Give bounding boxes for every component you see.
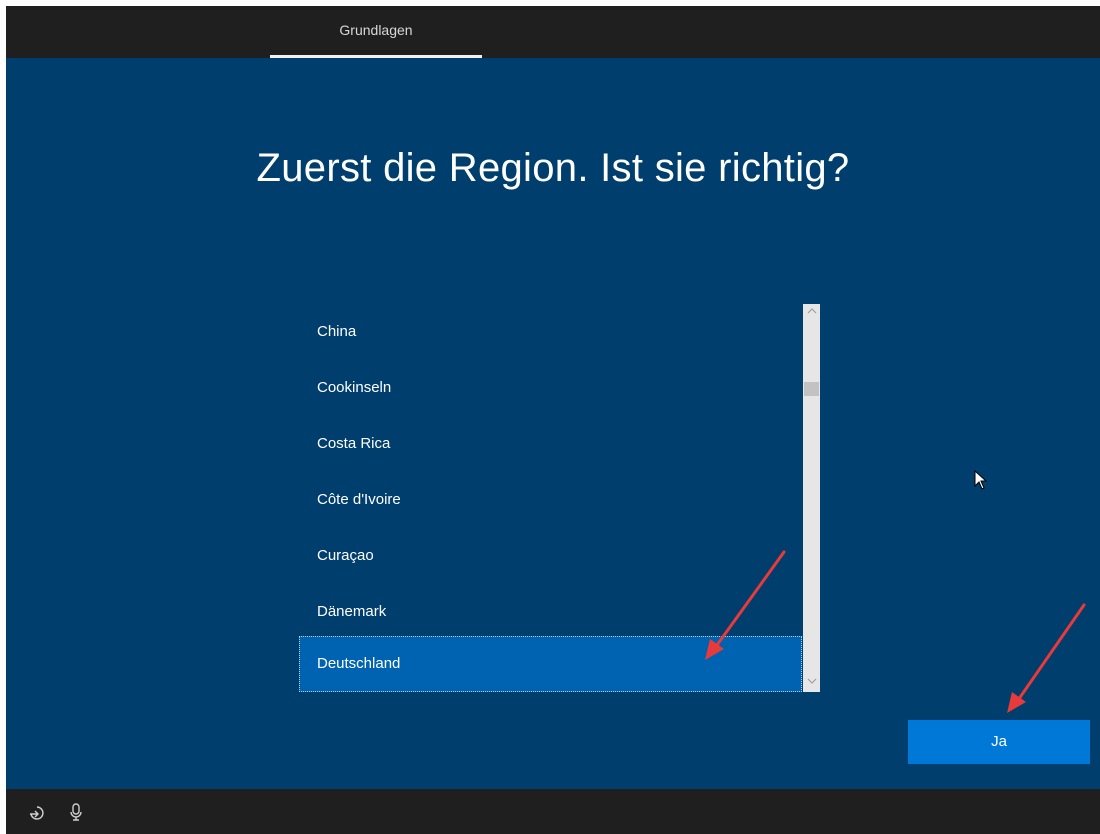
mouse-cursor-icon <box>974 469 988 495</box>
region-option-cote-divoire[interactable]: Côte d'Ivoire <box>299 472 802 528</box>
top-bar: Grundlagen <box>6 6 1100 58</box>
tab-grundlagen[interactable]: Grundlagen <box>270 6 482 56</box>
setup-panel: Zuerst die Region. Ist sie richtig? Chin… <box>6 58 1100 789</box>
scroll-down-icon[interactable] <box>803 676 820 690</box>
page-title: Zuerst die Region. Ist sie richtig? <box>256 146 850 190</box>
region-listbox[interactable]: China Cookinseln Costa Rica Côte d'Ivoir… <box>299 304 821 696</box>
accessibility-icon[interactable] <box>26 802 46 822</box>
region-option-china[interactable]: China <box>299 304 802 360</box>
oobe-window: Grundlagen Zuerst die Region. Ist sie ri… <box>0 0 1100 834</box>
region-option-cookinseln[interactable]: Cookinseln <box>299 360 802 416</box>
list-scrollbar[interactable] <box>803 304 820 692</box>
scroll-up-icon[interactable] <box>803 306 820 320</box>
region-option-costa-rica[interactable]: Costa Rica <box>299 416 802 472</box>
scroll-thumb[interactable] <box>804 382 819 396</box>
region-option-curacao[interactable]: Curaçao <box>299 528 802 584</box>
microphone-icon[interactable] <box>66 802 86 822</box>
region-option-daenemark[interactable]: Dänemark <box>299 584 802 640</box>
yes-button[interactable]: Ja <box>908 720 1090 764</box>
bottom-bar <box>6 789 1100 834</box>
region-option-deutschland-selected[interactable]: Deutschland <box>299 636 802 692</box>
